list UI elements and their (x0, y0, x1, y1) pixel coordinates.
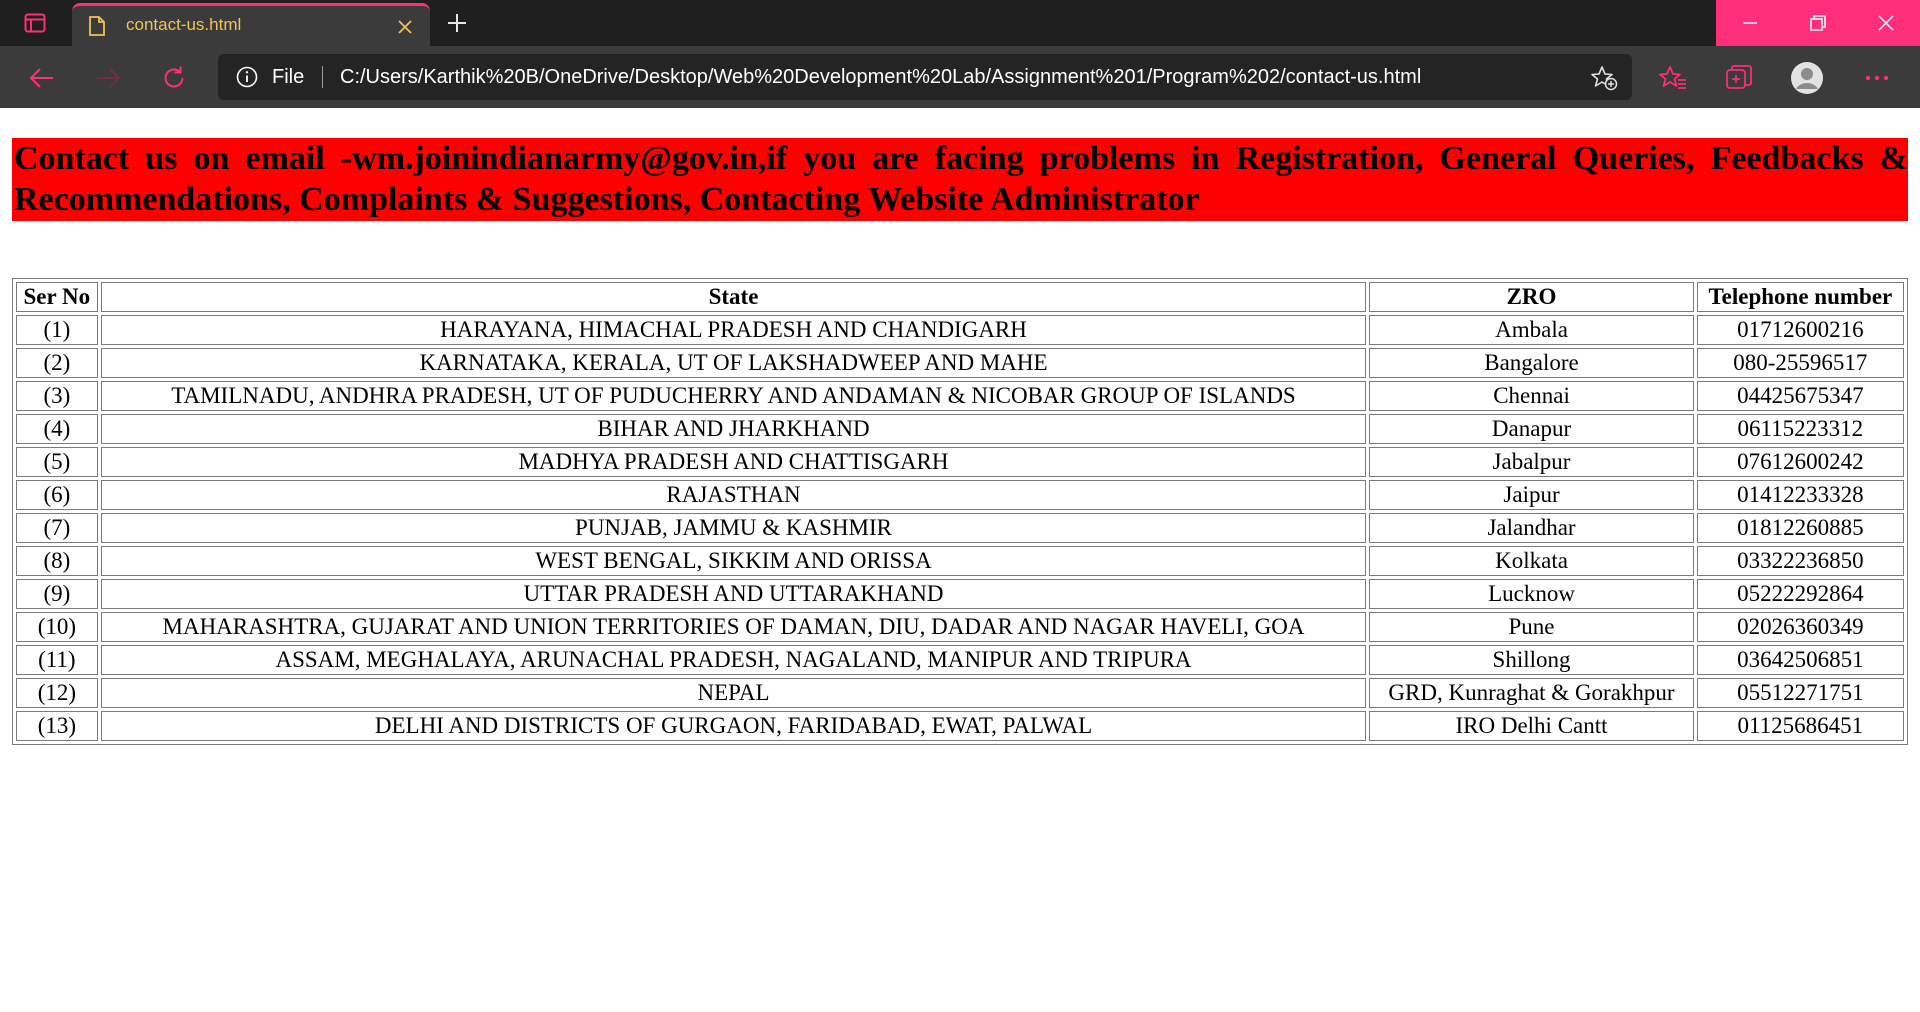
table-row: (5) MADHYA PRADESH AND CHATTISGARH Jabal… (16, 447, 1904, 477)
cell-state: BIHAR AND JHARKHAND (100, 414, 1367, 444)
cell-telephone: 01125686451 (1696, 711, 1904, 741)
table-row: (13) DELHI AND DISTRICTS OF GURGAON, FAR… (16, 711, 1904, 741)
table-row: (3) TAMILNADU, ANDHRA PRADESH, UT OF PUD… (16, 381, 1904, 411)
cell-zro: Bangalore (1369, 348, 1694, 378)
cell-telephone: 03322236850 (1696, 546, 1904, 576)
table-row: (6) RAJASTHAN Jaipur 01412233328 (16, 480, 1904, 510)
header-state: State (100, 282, 1367, 312)
info-icon[interactable] (236, 66, 258, 88)
table-row: (9) UTTAR PRADESH AND UTTARAKHAND Luckno… (16, 579, 1904, 609)
cell-zro: Jalandhar (1369, 513, 1694, 543)
cell-ser-no: (7) (16, 513, 98, 543)
file-icon (88, 16, 106, 36)
cell-state: PUNJAB, JAMMU & KASHMIR (100, 513, 1367, 543)
table-row: (12) NEPAL GRD, Kunraghat & Gorakhpur 05… (16, 678, 1904, 708)
reload-icon[interactable] (158, 62, 190, 94)
header-zro: ZRO (1369, 282, 1694, 312)
cell-ser-no: (1) (16, 315, 98, 345)
cell-state: DELHI AND DISTRICTS OF GURGAON, FARIDABA… (100, 711, 1367, 741)
omnibox-divider (322, 66, 323, 88)
cell-zro: Danapur (1369, 414, 1694, 444)
ellipsis-icon[interactable] (1860, 61, 1894, 95)
cell-telephone: 01412233328 (1696, 480, 1904, 510)
cell-telephone: 080-25596517 (1696, 348, 1904, 378)
cell-ser-no: (9) (16, 579, 98, 609)
cell-telephone: 06115223312 (1696, 414, 1904, 444)
table-row: (2) KARNATAKA, KERALA, UT OF LAKSHADWEEP… (16, 348, 1904, 378)
cell-zro: IRO Delhi Cantt (1369, 711, 1694, 741)
table-header-row: Ser No State ZRO Telephone number (16, 282, 1904, 312)
cell-ser-no: (5) (16, 447, 98, 477)
cell-zro: Chennai (1369, 381, 1694, 411)
cell-state: MADHYA PRADESH AND CHATTISGARH (100, 447, 1367, 477)
cell-telephone: 04425675347 (1696, 381, 1904, 411)
restore-icon[interactable] (1784, 0, 1852, 46)
page-viewport: Contact us on email -wm.joinindianarmy@g… (0, 108, 1920, 1012)
table-row: (1) HARAYANA, HIMACHAL PRADESH AND CHAND… (16, 315, 1904, 345)
cell-zro: GRD, Kunraghat & Gorakhpur (1369, 678, 1694, 708)
cell-ser-no: (2) (16, 348, 98, 378)
cell-ser-no: (6) (16, 480, 98, 510)
cell-telephone: 03642506851 (1696, 645, 1904, 675)
cell-telephone: 01712600216 (1696, 315, 1904, 345)
cell-state: WEST BENGAL, SIKKIM AND ORISSA (100, 546, 1367, 576)
table-row: (4) BIHAR AND JHARKHAND Danapur 06115223… (16, 414, 1904, 444)
cell-zro: Lucknow (1369, 579, 1694, 609)
cell-zro: Jaipur (1369, 480, 1694, 510)
tab-actions-icon[interactable] (16, 10, 54, 36)
table-row: (7) PUNJAB, JAMMU & KASHMIR Jalandhar 01… (16, 513, 1904, 543)
cell-ser-no: (4) (16, 414, 98, 444)
arrow-left-icon[interactable] (26, 62, 58, 94)
cell-zro: Ambala (1369, 315, 1694, 345)
header-telephone: Telephone number (1696, 282, 1904, 312)
collections-icon[interactable] (1722, 61, 1756, 95)
cell-state: HARAYANA, HIMACHAL PRADESH AND CHANDIGAR… (100, 315, 1367, 345)
cell-state: ASSAM, MEGHALAYA, ARUNACHAL PRADESH, NAG… (100, 645, 1367, 675)
browser-window: contact-us.html File C:/Users/Karthik%20… (0, 0, 1920, 1012)
cell-ser-no: (12) (16, 678, 98, 708)
cell-ser-no: (3) (16, 381, 98, 411)
address-bar[interactable]: File C:/Users/Karthik%20B/OneDrive/Deskt… (218, 54, 1632, 100)
cell-ser-no: (13) (16, 711, 98, 741)
close-icon[interactable] (394, 16, 416, 38)
cell-zro: Kolkata (1369, 546, 1694, 576)
plus-icon[interactable] (442, 10, 472, 36)
cell-state: MAHARASHTRA, GUJARAT AND UNION TERRITORI… (100, 612, 1367, 642)
cell-telephone: 05222292864 (1696, 579, 1904, 609)
contact-banner: Contact us on email -wm.joinindianarmy@g… (12, 138, 1908, 221)
table-row: (8) WEST BENGAL, SIKKIM AND ORISSA Kolka… (16, 546, 1904, 576)
cell-telephone: 07612600242 (1696, 447, 1904, 477)
cell-telephone: 02026360349 (1696, 612, 1904, 642)
cell-state: TAMILNADU, ANDHRA PRADESH, UT OF PUDUCHE… (100, 381, 1367, 411)
tab-title: contact-us.html (126, 15, 242, 34)
browser-toolbar: File C:/Users/Karthik%20B/OneDrive/Deskt… (0, 46, 1920, 108)
cell-ser-no: (8) (16, 546, 98, 576)
star-plus-icon[interactable] (1590, 65, 1618, 91)
tab-contact-us[interactable]: contact-us.html (72, 3, 430, 46)
scheme-label[interactable]: File (272, 66, 304, 89)
cell-state: UTTAR PRADESH AND UTTARAKHAND (100, 579, 1367, 609)
zro-contact-table: Ser No State ZRO Telephone number (1) HA… (12, 278, 1908, 745)
avatar-icon[interactable] (1790, 61, 1824, 95)
cell-zro: Jabalpur (1369, 447, 1694, 477)
cell-ser-no: (11) (16, 645, 98, 675)
cell-state: NEPAL (100, 678, 1367, 708)
cell-ser-no: (10) (16, 612, 98, 642)
header-ser-no: Ser No (16, 282, 98, 312)
cell-telephone: 01812260885 (1696, 513, 1904, 543)
cell-telephone: 05512271751 (1696, 678, 1904, 708)
cell-zro: Pune (1369, 612, 1694, 642)
cell-state: KARNATAKA, KERALA, UT OF LAKSHADWEEP AND… (100, 348, 1367, 378)
close-icon[interactable] (1852, 0, 1920, 46)
arrow-right-icon[interactable] (92, 62, 124, 94)
tab-strip: contact-us.html (0, 0, 1920, 46)
minimize-icon[interactable] (1716, 0, 1784, 46)
cell-zro: Shillong (1369, 645, 1694, 675)
table-row: (11) ASSAM, MEGHALAYA, ARUNACHAL PRADESH… (16, 645, 1904, 675)
url-text[interactable]: C:/Users/Karthik%20B/OneDrive/Desktop/We… (340, 66, 1421, 89)
cell-state: RAJASTHAN (100, 480, 1367, 510)
table-row: (10) MAHARASHTRA, GUJARAT AND UNION TERR… (16, 612, 1904, 642)
favorites-icon[interactable] (1656, 61, 1690, 95)
